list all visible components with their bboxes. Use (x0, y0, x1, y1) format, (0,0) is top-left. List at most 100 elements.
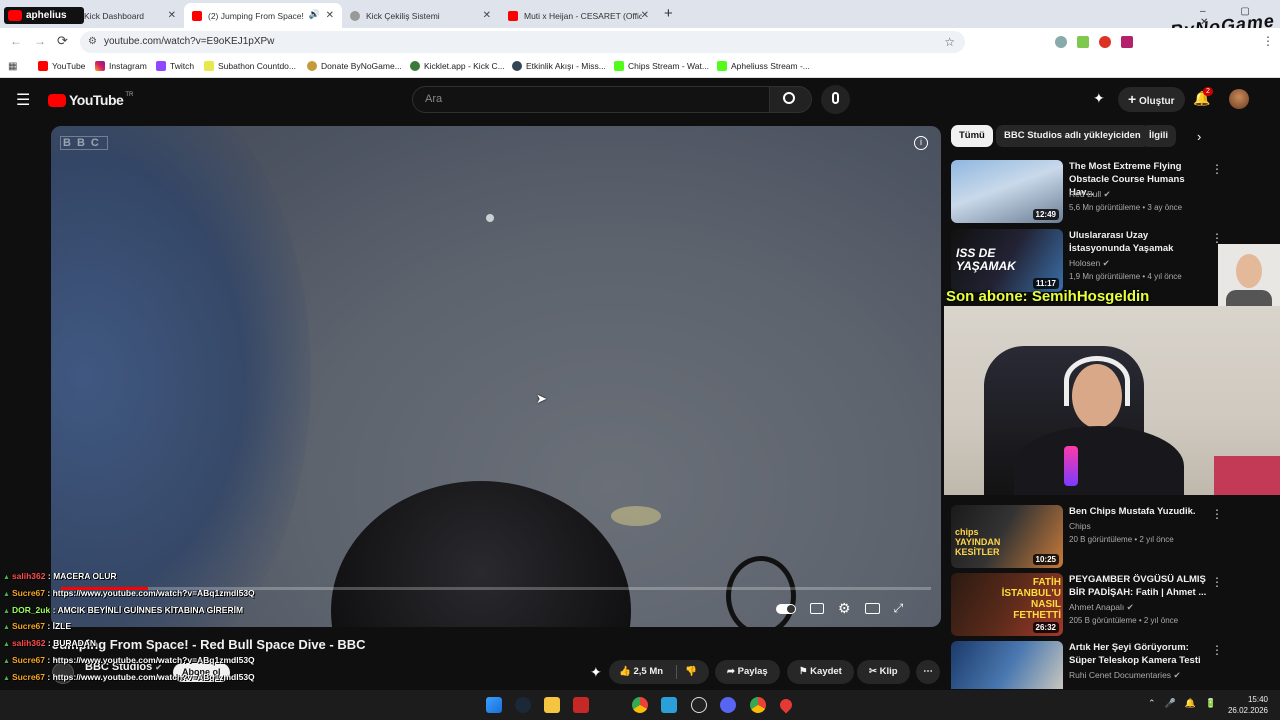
share-label: Paylaş (737, 666, 768, 677)
more-options-icon[interactable]: ⋮ (1211, 575, 1223, 589)
more-options-icon[interactable]: ⋮ (1211, 162, 1223, 176)
tab-muti-cesaret[interactable]: Muti x Heijan - CESARET (Offic ✕ (500, 3, 657, 28)
rec-item-3[interactable]: chips YAYINDAN KESİTLER 10:25 Ben Chips … (951, 505, 1271, 569)
chat-message: ▲ DOR_2uk : AMCIK BEYİNLİ GUİNNES KİTABIN… (3, 605, 243, 615)
youtube-icon (38, 61, 48, 71)
bookmark-youtube[interactable]: YouTube (38, 61, 85, 71)
discord-icon[interactable] (720, 697, 736, 713)
bookmark-instagram[interactable]: Instagram (95, 61, 147, 71)
video-thumbnail[interactable] (951, 641, 1063, 689)
thumbs-up-icon: 👍 (619, 666, 631, 677)
forward-icon[interactable]: → (34, 34, 46, 48)
notifications-button[interactable]: 🔔 2 (1193, 87, 1213, 107)
bookmark-etkinlik[interactable]: Etkinlik Akışı - Miss... (512, 61, 606, 71)
youtube-favicon-icon (192, 10, 202, 21)
twitch-icon (156, 61, 166, 71)
like-button[interactable]: 👍 2,5 Mn (619, 660, 663, 684)
voice-search-button[interactable] (821, 85, 850, 114)
bookmark-twitch[interactable]: Twitch (156, 61, 194, 71)
extension-icon[interactable] (1099, 36, 1111, 48)
close-icon[interactable]: ✕ (326, 10, 334, 21)
url-input[interactable]: ⚙ youtube.com/watch?v=E9oKEJ1pXPw ☆ (80, 31, 965, 53)
back-icon[interactable]: ← (10, 34, 22, 48)
file-explorer-icon[interactable] (544, 697, 560, 713)
chip-all[interactable]: Tümü (951, 125, 993, 147)
search-input[interactable]: Ara (412, 86, 770, 113)
chrome-icon[interactable] (750, 697, 766, 713)
theater-mode-icon[interactable] (864, 603, 880, 614)
bookmark-kicklet[interactable]: Kicklet.app - Kick C... (410, 61, 505, 71)
shield-icon[interactable] (1055, 36, 1067, 48)
more-options-icon[interactable]: ⋮ (1211, 507, 1223, 521)
close-icon[interactable]: ✕ (641, 10, 649, 21)
clock[interactable]: 15:40 26.02.2026 (1222, 694, 1268, 716)
bookmark-chips[interactable]: Chips Stream - Wat... (614, 61, 709, 71)
thumbnail-text: chips YAYINDAN KESİTLER (955, 527, 1001, 557)
save-button[interactable]: ⚑ Kaydet (787, 660, 854, 684)
extension-icons[interactable] (1055, 36, 1133, 48)
share-button[interactable]: ➦ Paylaş (715, 660, 780, 684)
rec-item-1[interactable]: 12:49 The Most Extreme Flying Obstacle C… (951, 160, 1271, 224)
info-icon[interactable]: i (914, 136, 928, 150)
video-thumbnail[interactable]: FATİH İSTANBUL'U NASIL FETHETTİ 26:32 (951, 573, 1063, 636)
map-pin-icon[interactable] (777, 696, 795, 714)
youtube-logo[interactable]: YouTube TR (48, 92, 133, 108)
close-icon[interactable]: ✕ (168, 10, 176, 21)
thumbnail-text: ISS DE YAŞAMAK (956, 246, 1016, 273)
bookmark-apheliuss[interactable]: Apheliuss Stream -... (717, 61, 810, 71)
speaker-icon[interactable]: 🔊 (305, 9, 320, 20)
create-button[interactable]: + Oluştur (1118, 87, 1185, 112)
region-code: TR (125, 92, 134, 98)
dislike-button[interactable]: 👎 (685, 660, 697, 684)
tab-jumping-from-space[interactable]: (2) Jumping From Space! - R 🔊 ✕ (184, 3, 342, 28)
steam-icon[interactable] (515, 697, 531, 713)
tab-kick-dashboard[interactable]: Kick Dashboard ✕ (84, 3, 184, 28)
extension-icon[interactable] (1121, 36, 1133, 48)
more-options-icon[interactable]: ⋮ (1211, 231, 1223, 245)
settings-gear-icon[interactable]: ⚙ (838, 600, 851, 617)
tray-icons[interactable]: ⌃🎤🔔🔋 (1148, 698, 1225, 709)
app-icon[interactable] (661, 697, 677, 713)
video-thumbnail[interactable]: 12:49 (951, 160, 1063, 223)
sparkle-icon[interactable]: ✦ (590, 664, 602, 681)
video-player[interactable]: BBC i ➤ ⚙ ⤢ (51, 126, 941, 627)
more-options-icon[interactable]: ⋮ (1211, 643, 1223, 657)
window-controls[interactable]: – ▢ ✕ (1200, 6, 1280, 28)
search-button[interactable] (770, 86, 812, 113)
more-actions-button[interactable]: ⋯ (916, 660, 940, 684)
obs-icon[interactable] (691, 697, 707, 713)
site-info-icon[interactable]: ⚙ (88, 31, 97, 53)
bookmark-donate[interactable]: Donate ByNoGame... (307, 61, 402, 71)
windows-start-icon[interactable] (486, 697, 502, 713)
bookmark-subathon[interactable]: Subathon Countdo... (204, 61, 296, 71)
close-icon[interactable]: ✕ (483, 10, 491, 21)
chat-username: DOR_2uk (11, 605, 51, 615)
subtitles-icon[interactable] (810, 603, 824, 614)
rec-meta: 5,6 Mn görüntüleme • 3 ay önce (1069, 203, 1183, 212)
extension-icon[interactable] (1077, 36, 1089, 48)
fullscreen-icon[interactable]: ⤢ (894, 601, 904, 616)
bookmark-star-icon[interactable]: ☆ (944, 31, 955, 53)
tab-kick-cekilis[interactable]: Kick Çekiliş Sistemi ✕ (342, 3, 499, 28)
menu-dots-icon[interactable]: ⋮ (1262, 34, 1274, 48)
chip-bbc-studios[interactable]: BBC Studios adlı yükleyiciden (996, 125, 1149, 147)
video-thumbnail[interactable]: ISS DE YAŞAMAK 11:17 (951, 229, 1063, 292)
sparkle-icon[interactable]: ✦ (1093, 90, 1105, 107)
rec-item-4[interactable]: FATİH İSTANBUL'U NASIL FETHETTİ 26:32 PE… (951, 573, 1271, 637)
aphelius-logo-badge: aphelius (4, 7, 84, 24)
chat-message: ▲ Sucre67 : https://www.youtube.com/watch… (3, 588, 255, 598)
video-thumbnail[interactable]: chips YAYINDAN KESİTLER 10:25 (951, 505, 1063, 568)
chevron-right-icon[interactable]: › (1197, 129, 1201, 144)
chip-related[interactable]: İlgili (1141, 125, 1176, 147)
hamburger-menu-icon[interactable]: ☰ (16, 90, 30, 110)
chrome-icon[interactable] (632, 697, 648, 713)
save-label: Kaydet (810, 666, 842, 677)
rec-item-5[interactable]: Artık Her Şeyi Görüyorum: Süper Teleskop… (951, 641, 1271, 689)
avatar[interactable] (1229, 89, 1249, 109)
apps-grid-icon[interactable]: ▦ (8, 61, 17, 72)
app-icon[interactable] (573, 697, 589, 713)
clip-button[interactable]: ✂ Klip (857, 660, 910, 684)
new-tab-button[interactable]: + (664, 5, 673, 22)
reload-icon[interactable]: ⟳ (57, 33, 68, 49)
autoplay-toggle[interactable] (776, 603, 796, 614)
